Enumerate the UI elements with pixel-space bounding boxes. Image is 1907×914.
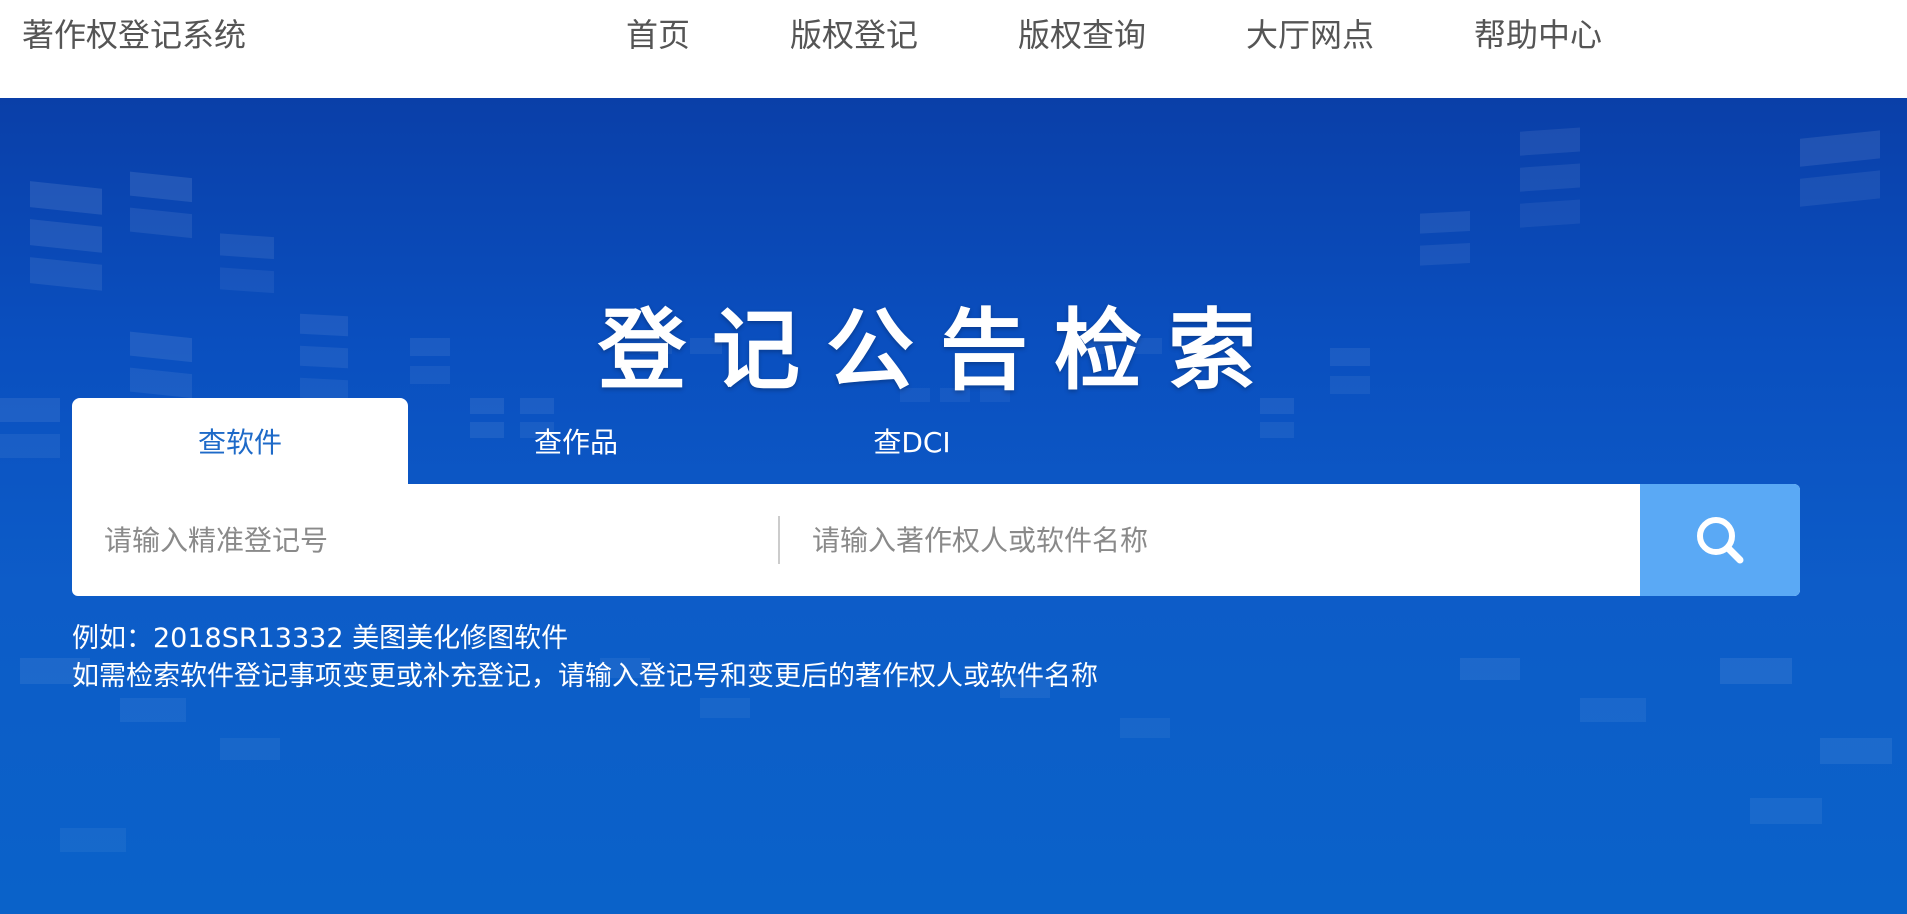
owner-or-software-name-input[interactable]: [780, 484, 1640, 596]
search-hints: 例如：2018SR13332 美图美化修图软件 如需检索软件登记事项变更或补充登…: [72, 620, 1800, 696]
change-registration-hint: 如需检索软件登记事项变更或补充登记，请输入登记号和变更后的著作权人或软件名称: [72, 661, 1098, 692]
nav-item-copyright-query[interactable]: 版权查询: [1018, 10, 1146, 56]
tab-dci[interactable]: 查DCI: [744, 398, 1080, 484]
tab-works[interactable]: 查作品: [408, 398, 744, 484]
page-title: 登记公告检索: [597, 299, 1282, 402]
nav-item-help-center[interactable]: 帮助中心: [1474, 10, 1602, 56]
search-button[interactable]: [1640, 484, 1800, 596]
registration-number-input[interactable]: [72, 484, 778, 596]
main-nav: 首页 版权登记 版权查询 大厅网点 帮助中心: [0, 0, 1907, 64]
nav-item-home[interactable]: 首页: [626, 10, 690, 56]
page-root: 著作权登记系统 首页 版权登记 版权查询 大厅网点 帮助中心 登记公告检索 查软…: [0, 0, 1907, 914]
nav-item-copyright-registration[interactable]: 版权登记: [790, 10, 918, 56]
tab-software[interactable]: 查软件: [72, 398, 408, 484]
search-icon: [1697, 517, 1744, 564]
example-hint: 例如：2018SR13332 美图美化修图软件: [72, 623, 569, 654]
search-type-tabs: 查软件 查作品 查DCI: [72, 398, 1800, 484]
nav-item-service-halls[interactable]: 大厅网点: [1246, 10, 1374, 56]
site-header: 著作权登记系统 首页 版权登记 版权查询 大厅网点 帮助中心: [0, 0, 1907, 98]
search-bar: [72, 484, 1800, 596]
